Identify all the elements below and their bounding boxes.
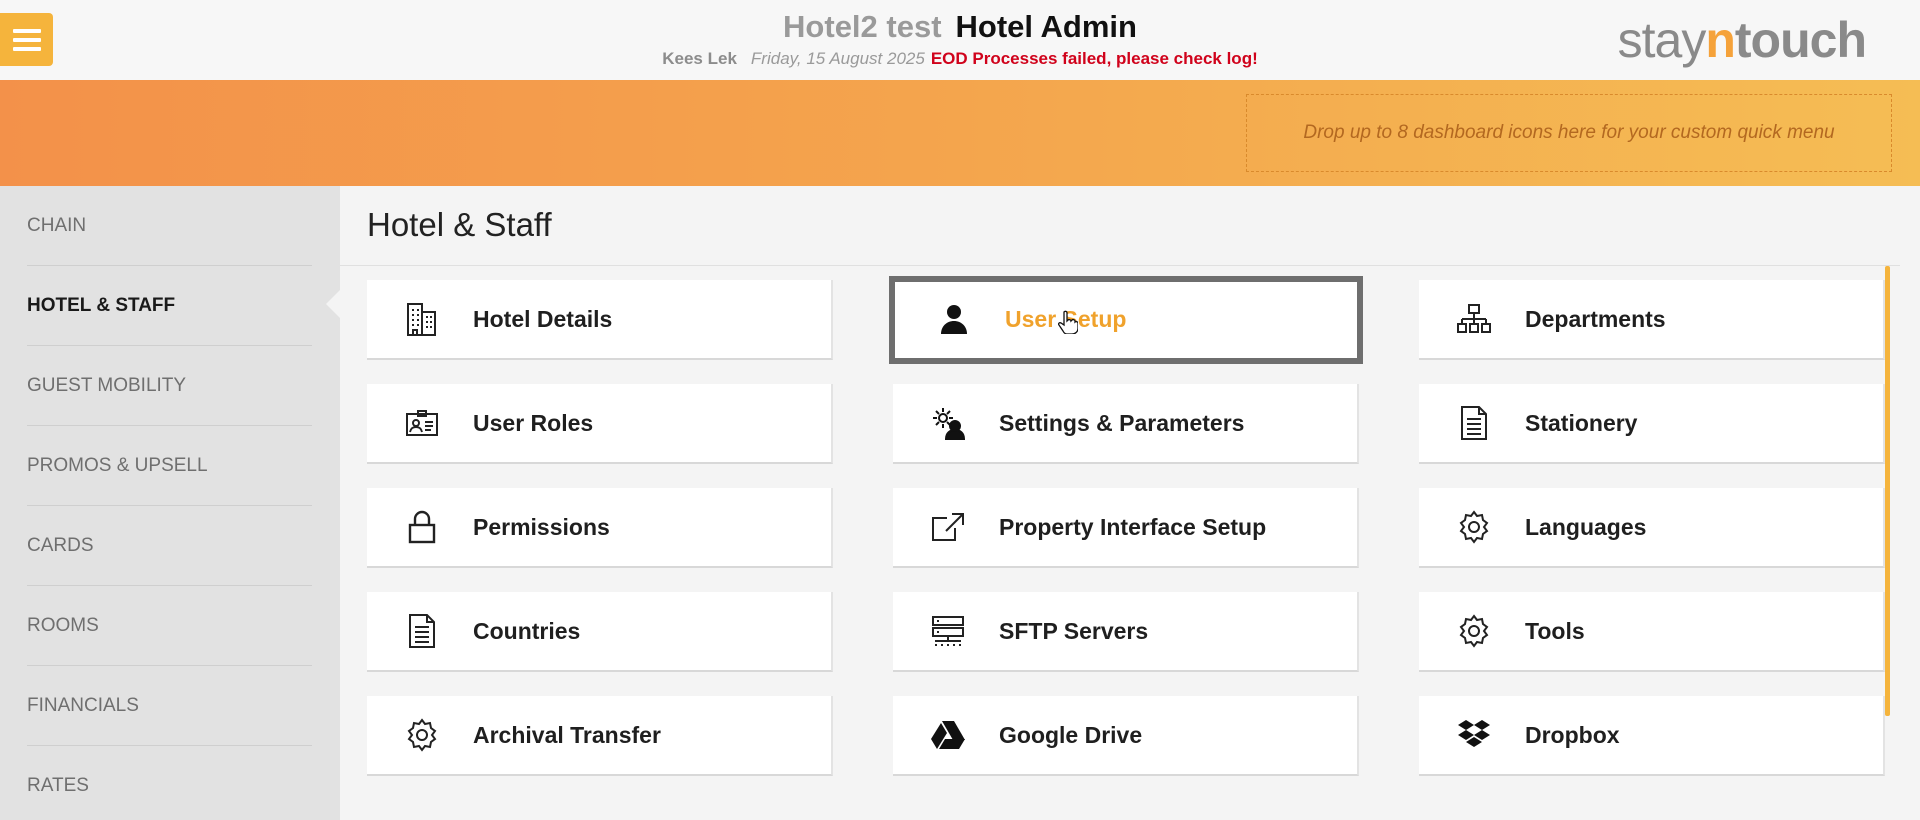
sidebar-item-guest-mobility[interactable]: GUEST MOBILITY [27, 346, 312, 426]
tile-label: Hotel Details [473, 305, 613, 332]
section-title: Hotel & Staff [367, 206, 552, 243]
dropzone-placeholder: Drop up to 8 dashboard icons here for yo… [1303, 122, 1835, 143]
sidebar-item-financials[interactable]: FINANCIALS [27, 666, 312, 746]
sidebar-item-rates[interactable]: RATES [27, 746, 312, 820]
top-bar: Hotel2 test Hotel Admin Kees Lek Friday, 1… [0, 0, 1920, 80]
lock-icon [401, 506, 443, 548]
tile-label: Archival Transfer [473, 721, 661, 748]
hotel-name: Hotel2 test [783, 9, 942, 44]
tile-label: SFTP Servers [999, 617, 1149, 644]
tile-label: Permissions [473, 513, 610, 540]
hand-cursor-icon [1057, 310, 1079, 339]
tile-label: Property Interface Setup [999, 513, 1267, 540]
dropbox-icon [1453, 714, 1495, 756]
user-name: Kees Lek [662, 49, 737, 68]
tile-hotel-details[interactable]: Hotel Details [367, 280, 833, 360]
tile-countries[interactable]: Countries [367, 592, 833, 672]
tile-archival-transfer[interactable]: Archival Transfer [367, 696, 833, 776]
gear-icon [1453, 610, 1495, 652]
gear-icon [401, 714, 443, 756]
tile-dropbox[interactable]: Dropbox [1419, 696, 1885, 776]
building-icon [401, 298, 443, 340]
tile-label: Dropbox [1525, 721, 1620, 748]
tile-label: Departments [1525, 305, 1666, 332]
tile-label: Countries [473, 617, 581, 644]
tile-user-roles[interactable]: User Roles [367, 384, 833, 464]
server-icon [927, 610, 969, 652]
tile-google-drive[interactable]: Google Drive [893, 696, 1359, 776]
tile-languages[interactable]: Languages [1419, 488, 1885, 568]
tile-label: Stationery [1525, 409, 1638, 436]
title-divider [340, 265, 1900, 266]
sidebar-item-hotel-staff[interactable]: HOTEL & STAFF [27, 266, 312, 346]
tile-label: User Roles [473, 409, 594, 436]
tile-label: Settings & Parameters [999, 409, 1245, 436]
id-card-icon [401, 402, 443, 444]
sidebar-item-promos-upsell[interactable]: PROMOS & UPSELL [27, 426, 312, 506]
tile-permissions[interactable]: Permissions [367, 488, 833, 568]
tile-user-setup[interactable]: User Setup [889, 276, 1363, 364]
sidebar-item-chain[interactable]: CHAIN [27, 186, 312, 266]
tile-stationery[interactable]: Stationery [1419, 384, 1885, 464]
tile-departments[interactable]: Departments [1419, 280, 1885, 360]
sidebar-item-rooms[interactable]: ROOMS [27, 586, 312, 666]
user-icon [933, 298, 975, 340]
gear-icon [1453, 506, 1495, 548]
user-settings-icon [927, 402, 969, 444]
eod-error-message[interactable]: EOD Processes failed, please check log! [931, 49, 1258, 68]
tile-label: Languages [1525, 513, 1647, 540]
sidebar: CHAIN HOTEL & STAFF GUEST MOBILITY PROMO… [0, 186, 340, 820]
document-icon [401, 610, 443, 652]
main-content: Hotel & Staff Hotel Details User Setup D… [340, 186, 1920, 820]
tile-sftp-servers[interactable]: SFTP Servers [893, 592, 1359, 672]
vertical-scrollbar[interactable] [1885, 266, 1890, 716]
sidebar-item-cards[interactable]: CARDS [27, 506, 312, 586]
tile-tools[interactable]: Tools [1419, 592, 1885, 672]
tile-label: Google Drive [999, 721, 1143, 748]
page-heading: Hotel Admin [955, 9, 1137, 44]
tile-property-interface-setup[interactable]: Property Interface Setup [893, 488, 1359, 568]
document-icon [1453, 402, 1495, 444]
active-indicator-arrow [326, 290, 340, 318]
business-date: Friday, 15 August 2025 [750, 49, 925, 68]
quick-menu-band: Drop up to 8 dashboard icons here for yo… [0, 80, 1920, 186]
org-chart-icon [1453, 298, 1495, 340]
google-drive-icon [927, 714, 969, 756]
tile-settings-parameters[interactable]: Settings & Parameters [893, 384, 1359, 464]
tile-label: Tools [1525, 617, 1585, 644]
quick-menu-dropzone[interactable]: Drop up to 8 dashboard icons here for yo… [1246, 94, 1892, 172]
external-link-icon [927, 506, 969, 548]
stayntouch-logo: stayntouch [1617, 12, 1867, 68]
